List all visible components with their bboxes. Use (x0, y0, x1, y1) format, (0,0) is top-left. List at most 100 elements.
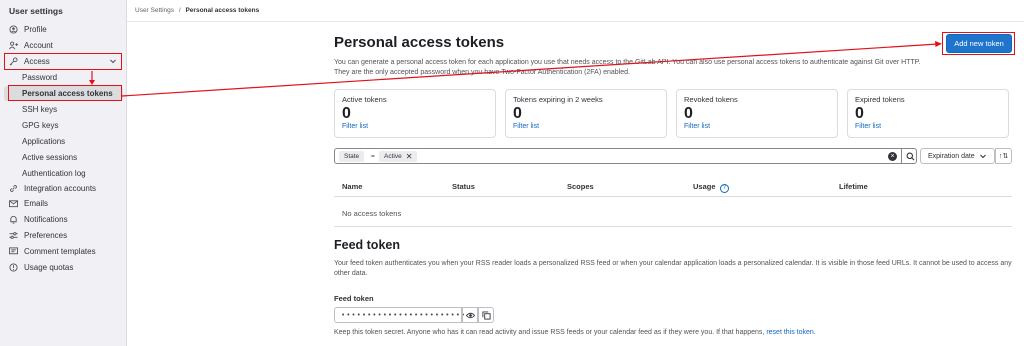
mail-icon (8, 199, 18, 209)
sidebar-item-integration-accounts[interactable]: Integration accounts (4, 181, 123, 196)
quota-icon (8, 263, 18, 273)
sidebar-item-comment-templates[interactable]: Comment templates (4, 244, 123, 259)
sidebar-item-profile[interactable]: Profile (4, 22, 123, 37)
feed-token-field[interactable]: •••••••••••••••••••••••• (334, 307, 465, 323)
stat-value: 0 (684, 105, 693, 122)
filter-list-link[interactable]: Filter list (684, 123, 830, 130)
profile-icon (8, 25, 18, 35)
warning-text: Keep this token secret. Anyone who has i… (334, 329, 765, 336)
help-icon[interactable]: ? (719, 184, 729, 193)
warning-end: . (813, 329, 816, 336)
stat-card-revoked: Revoked tokens 0 Filter list (676, 89, 838, 138)
stat-card-expiring: Tokens expiring in 2 weeks 0 Filter list (505, 89, 667, 138)
arrow-right-head (935, 41, 942, 47)
breadcrumb-current: Personal access tokens (185, 7, 260, 14)
sidebar-item-access[interactable]: Access (4, 54, 123, 69)
sidebar-item-label: Emails (24, 199, 49, 208)
sort-direction-button[interactable]: ↑⇅ (995, 148, 1012, 164)
sidebar-item-label: Notifications (24, 215, 68, 224)
table-header: Name Status Scopes Usage ? Lifetime (334, 176, 1012, 197)
column-header-usage: Usage ? (693, 182, 729, 193)
copy-token-button[interactable] (478, 307, 494, 323)
reset-token-link[interactable]: reset this token (766, 329, 813, 336)
filter-token-key[interactable]: State (339, 151, 365, 162)
reveal-token-button[interactable] (462, 307, 478, 323)
filter-value-label: Active (384, 153, 402, 160)
sidebar-subitem-personal-access-tokens[interactable]: Personal access tokens (4, 86, 123, 101)
feed-token-title: Feed token (334, 238, 400, 252)
feed-token-warning: Keep this token secret. Anyone who has i… (334, 329, 816, 336)
stat-value: 0 (855, 105, 864, 122)
sidebar-item-label: Account (24, 41, 53, 50)
sidebar-item-label: Access (24, 57, 50, 66)
key-icon (8, 57, 18, 67)
stat-card-active: Active tokens 0 Filter list (334, 89, 496, 138)
sidebar-subitem-authentication-log[interactable]: Authentication log (4, 166, 123, 181)
empty-message: No access tokens (342, 209, 402, 218)
sidebar-item-usage-quotas[interactable]: Usage quotas (4, 260, 123, 275)
filter-list-link[interactable]: Filter list (855, 123, 1001, 130)
sidebar-item-label: Usage quotas (24, 263, 74, 272)
column-header-name: Name (342, 182, 363, 191)
breadcrumb-separator: / (178, 7, 181, 14)
stat-label: Tokens expiring in 2 weeks (513, 95, 603, 104)
column-header-scopes: Scopes (567, 182, 594, 191)
sidebar-subitem-ssh-keys[interactable]: SSH keys (4, 102, 123, 117)
page-intro: You can generate a personal access token… (334, 58, 1014, 78)
breadcrumb: User Settings / Personal access tokens (135, 7, 259, 14)
sidebar-subitem-active-sessions[interactable]: Active sessions (4, 150, 123, 165)
copy-icon (481, 310, 491, 320)
intro-line-2: They are the only accepted password when… (334, 69, 630, 76)
bell-icon (8, 215, 18, 225)
sidebar-subitem-password[interactable]: Password (4, 70, 123, 85)
add-new-token-button[interactable]: Add new token (946, 34, 1012, 53)
filter-list-link[interactable]: Filter list (342, 123, 488, 130)
filter-token-operator[interactable]: = (366, 151, 380, 162)
sidebar-item-label: Profile (24, 25, 47, 34)
eye-icon (465, 312, 475, 318)
sidebar-item-notifications[interactable]: Notifications (4, 212, 123, 227)
sort-dropdown[interactable]: Expiration date (920, 148, 995, 164)
chevron-down-icon (110, 59, 116, 64)
filter-search-bar[interactable]: State = Active ✕ × (334, 148, 917, 164)
sort-label: Expiration date (928, 152, 975, 160)
column-header-lifetime: Lifetime (839, 182, 868, 191)
sidebar-item-label: Integration accounts (24, 184, 97, 193)
usage-label: Usage (693, 182, 716, 191)
sort-direction-icon: ↑⇅ (998, 153, 1009, 160)
search-button[interactable] (901, 148, 918, 164)
search-icon (906, 152, 914, 160)
stat-value: 0 (513, 105, 522, 122)
stat-label: Revoked tokens (684, 95, 738, 104)
table-empty-row: No access tokens (334, 197, 1012, 227)
annotation-arrows (89, 41, 942, 97)
feed-token-label: Feed token (334, 294, 374, 303)
feed-token-description: Your feed token authenticates you when y… (334, 260, 1012, 277)
breadcrumb-divider (127, 21, 1024, 22)
stat-card-expired: Expired tokens 0 Filter list (847, 89, 1009, 138)
filter-list-link[interactable]: Filter list (513, 123, 659, 130)
sidebar-subitem-applications[interactable]: Applications (4, 134, 123, 149)
link-icon (8, 184, 18, 194)
sidebar: User settings Profile Account Access Pas… (0, 0, 127, 346)
clear-icon[interactable]: × (888, 152, 897, 161)
column-header-status: Status (452, 182, 475, 191)
intro-line-1: You can generate a personal access token… (334, 59, 921, 66)
sidebar-item-account[interactable]: Account (4, 38, 123, 53)
sidebar-title: User settings (9, 6, 63, 16)
sidebar-item-label: Preferences (24, 231, 68, 240)
sidebar-item-emails[interactable]: Emails (4, 196, 123, 211)
sidebar-subitem-gpg-keys[interactable]: GPG keys (4, 118, 123, 133)
breadcrumb-parent[interactable]: User Settings (135, 7, 174, 14)
filter-token-value[interactable]: Active ✕ (379, 151, 418, 162)
page-title: Personal access tokens (334, 34, 505, 51)
sidebar-item-label: Comment templates (24, 247, 96, 256)
stat-value: 0 (342, 105, 351, 122)
stat-label: Active tokens (342, 95, 387, 104)
sidebar-item-preferences[interactable]: Preferences (4, 228, 123, 243)
remove-token-icon[interactable]: ✕ (406, 152, 413, 161)
stat-label: Expired tokens (855, 95, 905, 104)
chevron-down-icon (979, 154, 986, 159)
comment-icon (8, 247, 18, 257)
preferences-icon (8, 231, 18, 241)
